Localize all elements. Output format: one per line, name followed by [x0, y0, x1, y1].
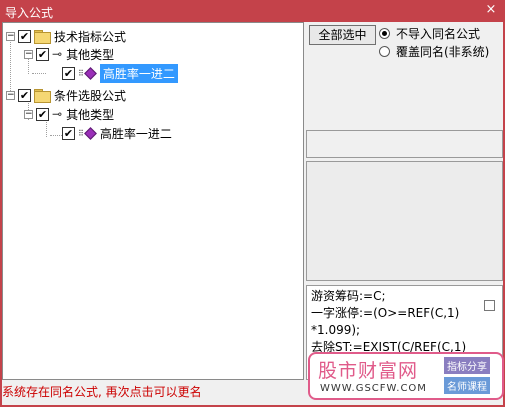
info-panel: [306, 130, 503, 158]
dialog-body: − ✔ 技术指标公式 − ✔ ⊸ 其他类型 ✔ ⠿ 高胜率一进二 − ✔ 条件选…: [2, 22, 504, 405]
node-checkbox[interactable]: ✔: [18, 29, 31, 43]
collapse-toggle[interactable]: −: [6, 31, 15, 41]
status-message: 系统存在同名公式, 再次点击可以更名: [2, 385, 202, 399]
key-icon: ⊸: [52, 47, 63, 61]
key-icon: ⊸: [52, 107, 63, 121]
tree-connector: [50, 135, 62, 136]
tree-node-indicator-formulas[interactable]: − ✔ 技术指标公式: [6, 27, 126, 45]
tree-node-label-selected: 高胜率一进二: [99, 63, 178, 83]
check-mark-icon: ✔: [63, 66, 74, 80]
watermark: 股市财富网 WWW.GSCFW.COM 指标分享 名师课程: [308, 352, 504, 400]
formula-diamond-icon: [83, 126, 97, 140]
tree-node-label: 高胜率一进二: [99, 126, 172, 141]
select-all-button[interactable]: 全部选中: [309, 25, 376, 45]
collapse-toggle[interactable]: −: [24, 49, 33, 59]
folder-icon: [34, 30, 51, 44]
tree-connector: [32, 73, 46, 74]
collapse-toggle[interactable]: −: [24, 109, 33, 119]
check-mark-icon: ✔: [63, 126, 74, 140]
formula-line: 一字涨停:=(O>=REF(C,1): [311, 306, 460, 320]
formula-tree[interactable]: − ✔ 技术指标公式 − ✔ ⊸ 其他类型 ✔ ⠿ 高胜率一进二 − ✔ 条件选…: [2, 22, 304, 380]
node-checkbox[interactable]: ✔: [18, 88, 31, 102]
radio-skip-duplicates[interactable]: 不导入同名公式: [379, 25, 480, 42]
formula-diamond-icon: [83, 66, 97, 80]
description-panel: [306, 161, 503, 281]
node-checkbox[interactable]: ✔: [36, 47, 49, 61]
watermark-tag: 指标分享: [444, 357, 490, 374]
tree-node-formula[interactable]: ✔ ⠿ 高胜率一进二: [62, 124, 172, 142]
import-formula-dialog: 导入公式 × − ✔ 技术指标公式 − ✔ ⊸ 其他类型 ✔ ⠿ 高胜率一进二 …: [0, 0, 505, 407]
formula-line: 游资筹码:=C;: [311, 289, 386, 303]
check-mark-icon: ✔: [19, 88, 30, 102]
folder-icon: [34, 89, 51, 103]
preview-checkbox[interactable]: [484, 300, 495, 311]
node-checkbox[interactable]: ✔: [62, 126, 75, 140]
radio-unselected-icon[interactable]: [379, 46, 390, 57]
tree-node-label: 技术指标公式: [54, 29, 127, 44]
watermark-url: WWW.GSCFW.COM: [320, 383, 427, 394]
collapse-toggle[interactable]: −: [6, 90, 15, 100]
tree-node-label: 条件选股公式: [54, 88, 127, 103]
tree-node-label: 其他类型: [66, 47, 115, 62]
formula-line: *1.099);: [311, 323, 361, 337]
check-mark-icon: ✔: [37, 107, 48, 121]
tree-node-formula[interactable]: ✔ ⠿ 高胜率一进二: [62, 63, 178, 83]
tree-node-other-types[interactable]: − ✔ ⊸ 其他类型: [24, 105, 114, 123]
close-button[interactable]: ×: [483, 2, 499, 18]
node-checkbox[interactable]: ✔: [36, 107, 49, 121]
watermark-logo: 股市财富网: [318, 360, 419, 382]
radio-overwrite-duplicates[interactable]: 覆盖同名(非系统): [379, 43, 489, 60]
radio-selected-icon[interactable]: [379, 28, 390, 39]
window-title: 导入公式: [5, 6, 54, 20]
check-mark-icon: ✔: [19, 29, 30, 43]
radio-label: 不导入同名公式: [396, 27, 481, 41]
check-mark-icon: ✔: [37, 47, 48, 61]
tree-node-label: 其他类型: [66, 107, 115, 122]
title-bar: 导入公式 ×: [0, 0, 505, 22]
node-checkbox[interactable]: ✔: [62, 66, 75, 80]
tree-node-stock-selection-formulas[interactable]: − ✔ 条件选股公式: [6, 86, 126, 104]
tree-node-other-types[interactable]: − ✔ ⊸ 其他类型: [24, 45, 114, 63]
watermark-tag: 名师课程: [444, 377, 490, 394]
radio-label: 覆盖同名(非系统): [396, 45, 490, 59]
